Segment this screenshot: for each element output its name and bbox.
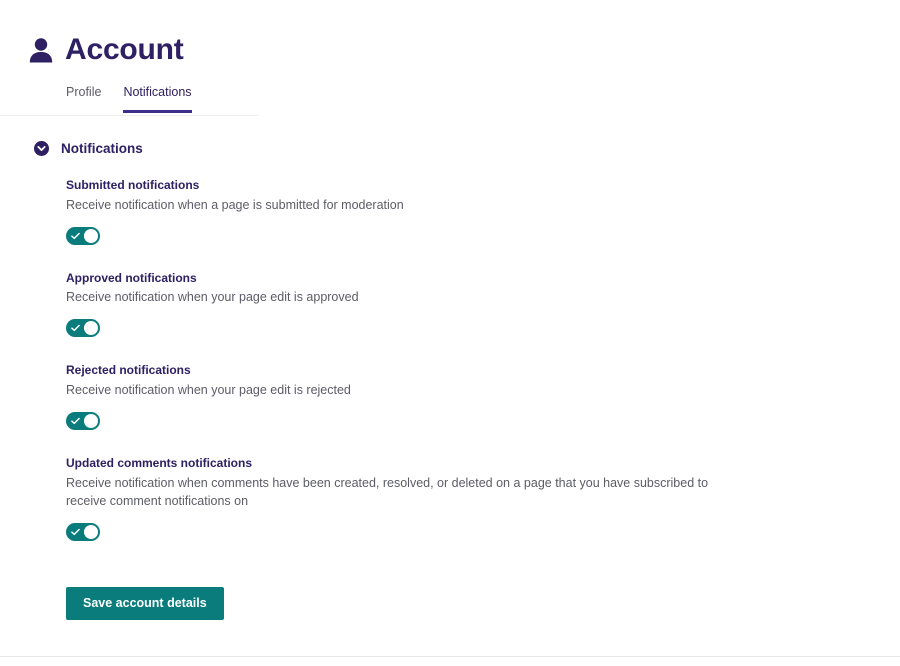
setting-description: Receive notification when your page edit… [66, 383, 351, 398]
settings-list: Submitted notifications Receive notifica… [0, 178, 900, 541]
setting-label: Updated comments notifications [66, 456, 253, 471]
page-title: Account [65, 33, 184, 66]
check-icon [71, 528, 80, 536]
setting-label: Rejected notifications [66, 363, 191, 378]
setting-description: Receive notification when comments have … [66, 475, 709, 508]
tab-profile[interactable]: Profile [66, 85, 101, 113]
toggle-rejected-notifications[interactable] [66, 412, 100, 431]
setting-description: Receive notification when a page is subm… [66, 197, 404, 212]
save-account-details-button[interactable]: Save account details [66, 587, 224, 620]
toggle-updated-comments-notifications[interactable] [66, 523, 100, 541]
setting-submitted-notifications: Submitted notifications Receive notifica… [66, 178, 900, 245]
setting-rejected-notifications: Rejected notifications Receive notificat… [66, 363, 900, 431]
setting-label: Submitted notifications [66, 178, 200, 192]
setting-label: Approved notifications [66, 270, 197, 285]
setting-approved-notifications: Approved notifications Receive notificat… [66, 271, 900, 338]
footer-divider [0, 656, 900, 657]
section-title: Notifications [61, 140, 143, 156]
toggle-knob [84, 321, 98, 336]
section-header[interactable]: Notifications [0, 141, 900, 156]
toggle-approved-notifications[interactable] [66, 319, 100, 338]
user-icon [29, 38, 53, 63]
tab-notifications[interactable]: Notifications [123, 85, 192, 113]
save-row: Save account details [0, 587, 900, 620]
toggle-knob [84, 414, 98, 429]
check-icon [71, 417, 80, 425]
check-icon [71, 232, 80, 239]
tabs-divider [0, 115, 259, 116]
check-icon [71, 325, 80, 332]
setting-description: Receive notification when your page edit… [66, 290, 359, 305]
page-header: Account [0, 0, 900, 72]
notifications-section: Notifications Submitted notifications Re… [0, 141, 900, 541]
chevron-down-circle-icon[interactable] [34, 141, 49, 156]
toggle-knob [84, 525, 98, 539]
toggle-submitted-notifications[interactable] [66, 226, 100, 245]
toggle-knob [84, 228, 98, 243]
setting-updated-comments-notifications: Updated comments notifications Receive n… [66, 456, 900, 541]
tab-bar: Profile Notifications [0, 85, 900, 118]
